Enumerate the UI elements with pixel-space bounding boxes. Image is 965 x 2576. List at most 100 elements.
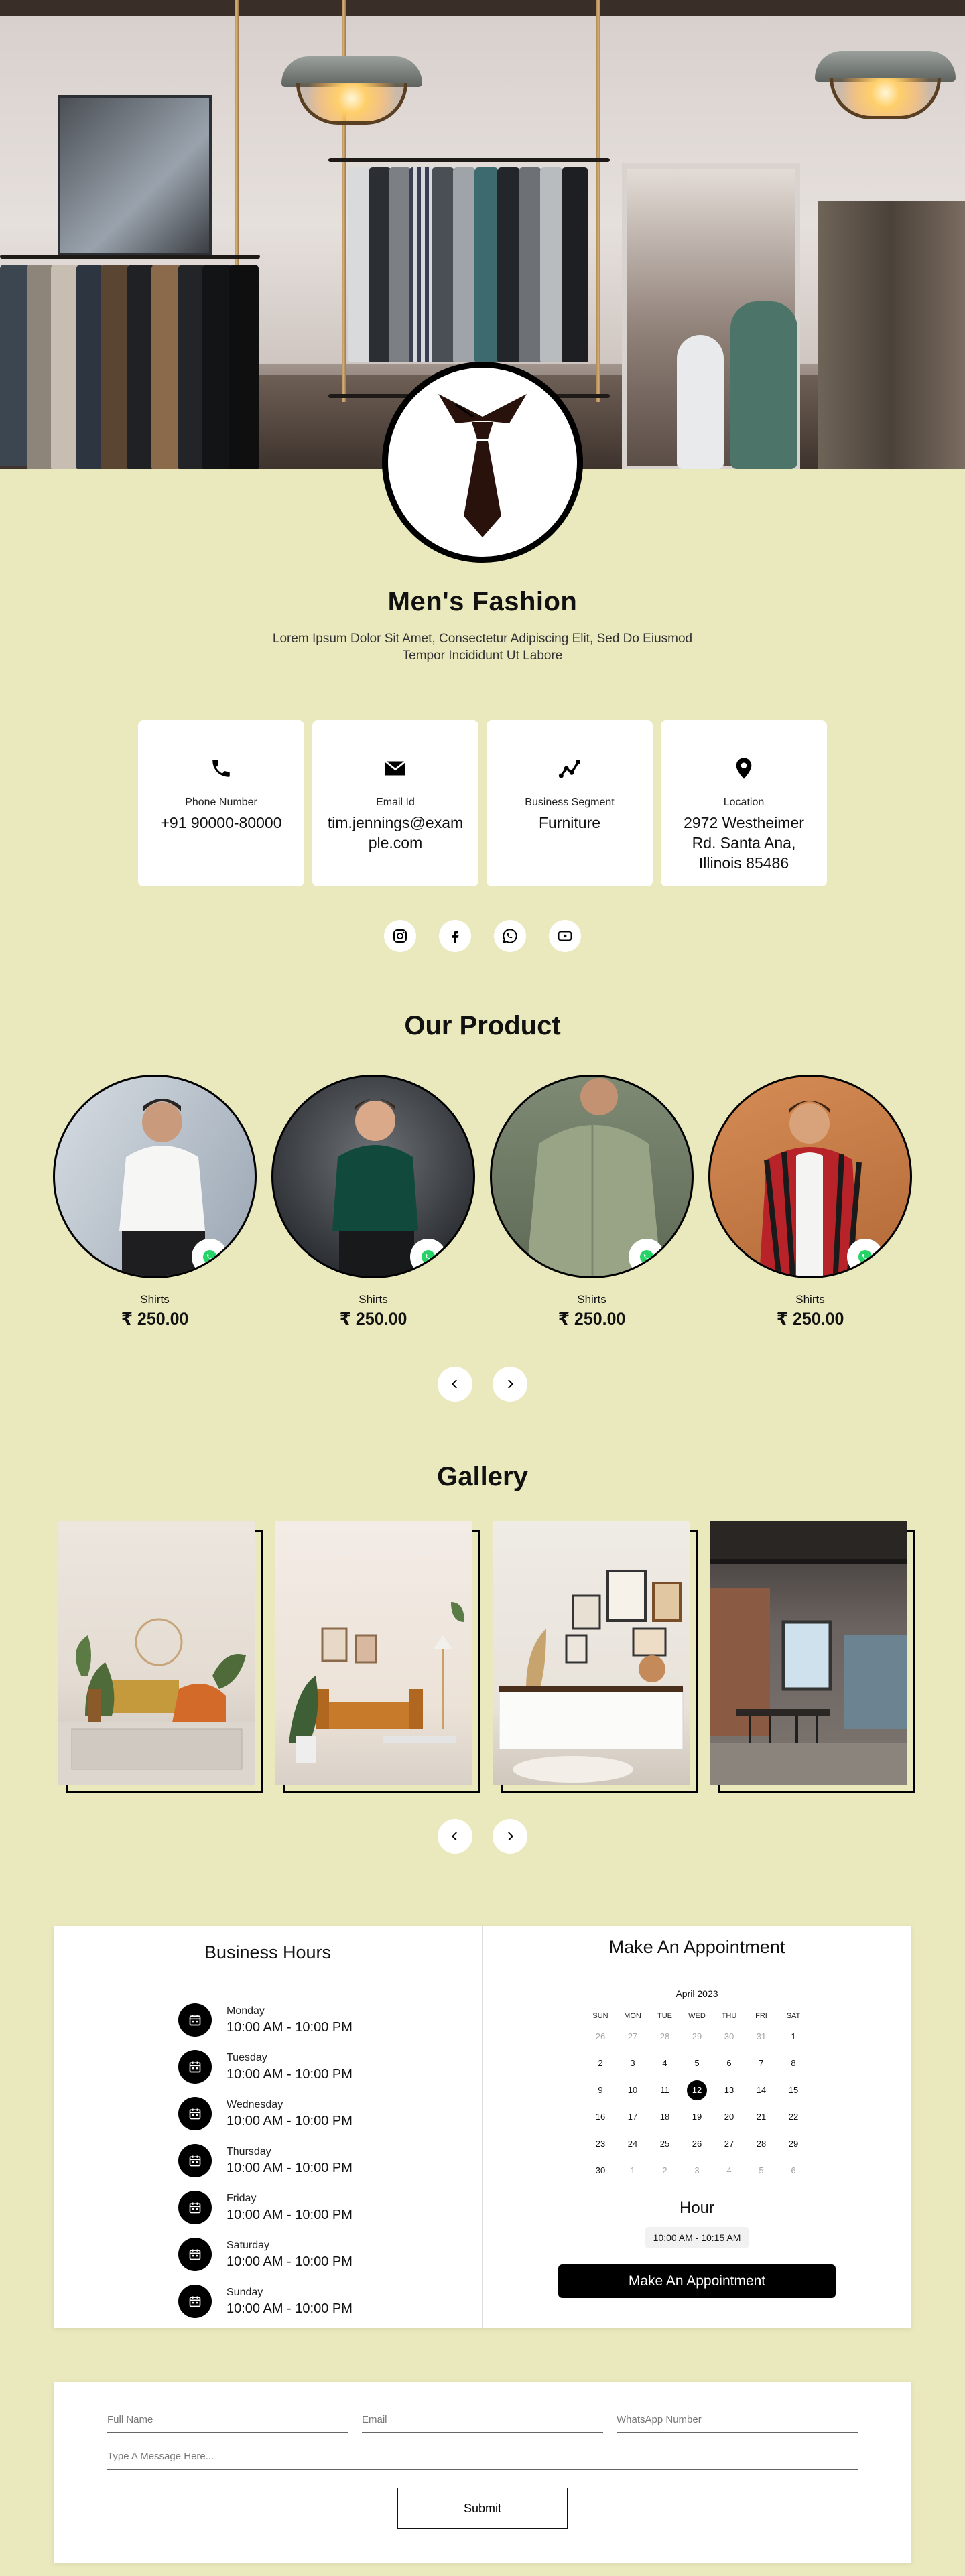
calendar-day[interactable]: 29 [777,2130,810,2157]
calendar-day[interactable]: 3 [617,2050,649,2077]
calendar-day[interactable]: 5 [681,2050,713,2077]
calendar-day-number: 31 [756,2031,767,2041]
youtube-button[interactable] [549,920,581,952]
calendar-day[interactable]: 18 [649,2104,681,2130]
calendar-day[interactable]: 4 [649,2050,681,2077]
hours-day: Friday [227,2192,257,2204]
info-card-phone[interactable]: Phone Number +91 90000-80000 [138,720,304,886]
gallery-image[interactable] [275,1521,480,1793]
calendar-day[interactable]: 1 [777,2023,810,2050]
info-value-phone: +91 90000-80000 [160,814,282,831]
whatsapp-icon [640,1250,653,1264]
gallery-pager [0,1819,965,1854]
wall-poster [58,95,212,256]
info-label: Business Segment [525,797,615,808]
whatsapp-order-button[interactable] [629,1239,665,1275]
product-category: Shirts [359,1293,388,1306]
gallery-next-button[interactable] [493,1819,527,1854]
calendar-day-selected[interactable]: 12 [681,2077,713,2104]
calendar-day[interactable]: 21 [745,2104,777,2130]
calendar-day-number: 24 [627,2139,638,2149]
calendar-day[interactable]: 8 [777,2050,810,2077]
calendar-day[interactable]: 26 [584,2023,617,2050]
calendar-day[interactable]: 28 [649,2023,681,2050]
product-card[interactable]: Shirts ₹ 250.00 [53,1075,257,1329]
calendar-day[interactable]: 27 [713,2130,745,2157]
product-card[interactable]: Shirts ₹ 250.00 [490,1075,694,1329]
calendar-day[interactable]: 11 [649,2077,681,2104]
instagram-button[interactable] [384,920,416,952]
calendar-day[interactable]: 10 [617,2077,649,2104]
info-card-email[interactable]: Email Id tim.jennings@example.com [312,720,478,886]
calendar-icon [178,2050,212,2084]
product-card[interactable]: Shirts ₹ 250.00 [708,1075,912,1329]
time-slot-option[interactable]: 10:00 AM - 10:15 AM [645,2227,749,2248]
calendar-icon [178,2285,212,2318]
whatsapp-order-button[interactable] [192,1239,228,1275]
calendar-day-number: 2 [662,2165,667,2175]
calendar-day[interactable]: 30 [713,2023,745,2050]
submit-button[interactable]: Submit [397,2488,568,2529]
calendar-day[interactable]: 31 [745,2023,777,2050]
calendar-day[interactable]: 1 [617,2157,649,2184]
calendar-day[interactable]: 2 [584,2050,617,2077]
product-next-button[interactable] [493,1367,527,1402]
calendar-day[interactable]: 26 [681,2130,713,2157]
calendar-day-number: 6 [726,2058,732,2068]
info-card-location[interactable]: Location 2972 Westheimer Rd. Santa Ana, … [661,720,827,886]
calendar-day[interactable]: 28 [745,2130,777,2157]
calendar-day[interactable]: 9 [584,2077,617,2104]
facebook-button[interactable] [439,920,471,952]
full-name-input[interactable] [107,2409,348,2433]
calendar-day[interactable]: 19 [681,2104,713,2130]
calendar-day[interactable]: 24 [617,2130,649,2157]
calendar-day[interactable]: 5 [745,2157,777,2184]
calendar-day[interactable]: 14 [745,2077,777,2104]
calendar-day[interactable]: 27 [617,2023,649,2050]
product-price: ₹ 250.00 [558,1310,626,1329]
info-card-segment[interactable]: Business Segment Furniture [487,720,653,886]
calendar-grid: SUN MON TUE WED THU FRI SAT 26 27 28 29 30 31 1 2 3 4 5 6 7… [584,2009,810,2184]
product-prev-button[interactable] [438,1367,472,1402]
whatsapp-icon [858,1250,872,1264]
calendar-day[interactable]: 16 [584,2104,617,2130]
whatsapp-order-button[interactable] [847,1239,883,1275]
social-links [0,920,965,952]
calendar-day-number: 23 [595,2139,606,2149]
email-input[interactable] [362,2409,603,2433]
whatsapp-button[interactable] [494,920,526,952]
calendar-day[interactable]: 13 [713,2077,745,2104]
calendar-day-number: 26 [692,2139,702,2149]
calendar-day[interactable]: 6 [713,2050,745,2077]
calendar-day[interactable]: 30 [584,2157,617,2184]
calendar-day[interactable]: 17 [617,2104,649,2130]
calendar-day[interactable]: 7 [745,2050,777,2077]
hours-time: 10:00 AM - 10:00 PM [227,2207,352,2222]
calendar-day[interactable]: 6 [777,2157,810,2184]
calendar-day[interactable]: 23 [584,2130,617,2157]
calendar-day[interactable]: 20 [713,2104,745,2130]
calendar-day[interactable]: 29 [681,2023,713,2050]
message-input[interactable] [107,2445,858,2470]
calendar-day[interactable]: 4 [713,2157,745,2184]
make-appointment-button[interactable]: Make An Appointment [558,2264,836,2298]
calendar-icon [178,2191,212,2224]
contact-info-cards: Phone Number +91 90000-80000 Email Id ti… [0,720,965,886]
gallery-prev-button[interactable] [438,1819,472,1854]
chevron-left-icon [451,1832,457,1841]
calendar-day[interactable]: 3 [681,2157,713,2184]
calendar-day[interactable]: 15 [777,2077,810,2104]
calendar-weekday: TUE [657,2012,672,2020]
calendar-day[interactable]: 2 [649,2157,681,2184]
contact-form: Submit [54,2382,911,2563]
calendar-day-number: 9 [598,2085,603,2095]
whatsapp-number-input[interactable] [617,2409,858,2433]
calendar-day[interactable]: 25 [649,2130,681,2157]
gallery-image[interactable] [493,1521,698,1793]
calendar-day-number: 3 [630,2058,635,2068]
gallery-image[interactable] [710,1521,915,1793]
calendar-day[interactable]: 22 [777,2104,810,2130]
gallery-image[interactable] [58,1521,263,1793]
product-card[interactable]: Shirts ₹ 250.00 [271,1075,475,1329]
whatsapp-order-button[interactable] [410,1239,446,1275]
